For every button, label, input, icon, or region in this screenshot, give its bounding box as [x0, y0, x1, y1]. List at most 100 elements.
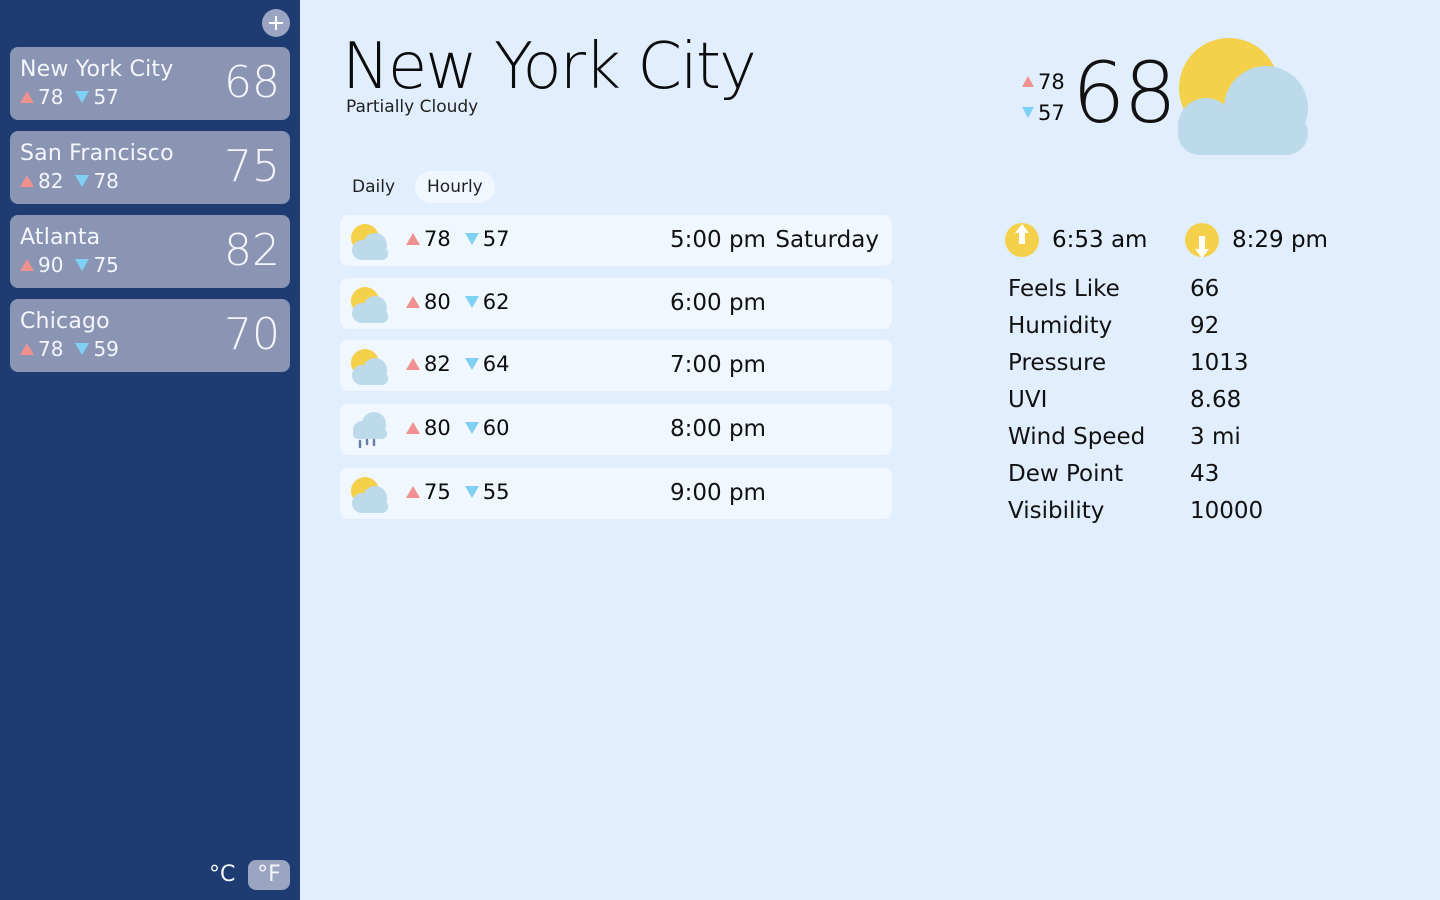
hourly-time: 9:00 pm: [670, 480, 766, 506]
hourly-high-low: 75 55: [406, 480, 509, 504]
forecast-tabs: Daily Hourly: [340, 171, 495, 203]
current-low: 57: [1038, 100, 1065, 125]
high-arrow-icon: [406, 358, 420, 370]
high-arrow-icon: [406, 486, 420, 498]
current-high: 78: [1038, 69, 1065, 94]
city-low: 59: [93, 337, 119, 361]
hourly-high-low: 78 57: [406, 227, 509, 251]
hourly-time: 6:00 pm: [670, 290, 766, 316]
city-card-atlanta[interactable]: Atlanta 90 75 82: [10, 215, 290, 288]
city-high-low: 90 75: [20, 253, 119, 277]
high-arrow-icon: [406, 422, 420, 434]
partly-cloudy-icon: [351, 224, 388, 260]
sunset-icon: [1185, 223, 1219, 258]
detail-label-feels-like: Feels Like: [1008, 276, 1120, 302]
city-high-low: 78 59: [20, 337, 119, 361]
fahrenheit-toggle[interactable]: °F: [248, 860, 290, 890]
city-high: 90: [38, 253, 64, 277]
city-card-san-francisco[interactable]: San Francisco 82 78 75: [10, 131, 290, 204]
plus-icon: [269, 16, 283, 30]
high-arrow-icon: [20, 343, 34, 355]
city-card-chicago[interactable]: Chicago 78 59 70: [10, 299, 290, 372]
low-arrow-icon: [75, 343, 90, 355]
celsius-toggle[interactable]: °C: [207, 862, 237, 887]
city-card-new-york[interactable]: New York City 78 57 68: [10, 47, 290, 120]
hourly-high-low: 80 62: [406, 290, 509, 314]
city-high: 78: [38, 337, 64, 361]
detail-value-humidity: 92: [1190, 313, 1220, 339]
partly-cloudy-icon: [1178, 38, 1308, 155]
city-low: 75: [93, 253, 119, 277]
city-temp: 75: [224, 141, 280, 192]
city-temp: 70: [224, 309, 280, 360]
hourly-low: 64: [482, 352, 510, 376]
hourly-high: 82: [424, 352, 451, 376]
hourly-low: 55: [482, 480, 510, 504]
hourly-high: 75: [424, 480, 451, 504]
low-arrow-icon: [75, 175, 90, 187]
city-name: Atlanta: [20, 225, 101, 250]
hourly-day: Saturday: [775, 227, 879, 253]
detail-label-uvi: UVI: [1008, 387, 1048, 413]
city-temp: 68: [224, 57, 280, 108]
detail-value-feels-like: 66: [1190, 276, 1220, 302]
hourly-time: 5:00 pm: [670, 227, 766, 253]
current-high-low: 78 57: [1022, 66, 1065, 128]
partly-cloudy-icon: [351, 477, 388, 513]
sidebar: New York City 78 57 68 San Francisco 82 …: [0, 0, 300, 900]
city-high-low: 78 57: [20, 85, 119, 109]
hourly-row: 75 55 9:00 pm: [340, 468, 892, 519]
hourly-row: 80 62 6:00 pm: [340, 278, 892, 329]
low-arrow-icon: [464, 422, 479, 434]
high-arrow-icon: [20, 259, 34, 271]
city-high-low: 82 78: [20, 169, 119, 193]
partly-cloudy-icon: [351, 287, 388, 323]
city-name: New York City: [20, 57, 174, 82]
low-arrow-icon: [1022, 107, 1034, 118]
city-low: 78: [93, 169, 119, 193]
high-arrow-icon: [20, 91, 34, 103]
high-arrow-icon: [406, 296, 420, 308]
city-name: Chicago: [20, 309, 110, 334]
tab-hourly[interactable]: Hourly: [415, 171, 495, 203]
page-title: New York City: [342, 30, 757, 104]
detail-label-visibility: Visibility: [1008, 498, 1105, 524]
high-arrow-icon: [20, 175, 34, 187]
hourly-high: 80: [424, 416, 451, 440]
city-high: 78: [38, 85, 64, 109]
low-arrow-icon: [75, 259, 90, 271]
low-arrow-icon: [464, 486, 479, 498]
city-high: 82: [38, 169, 64, 193]
city-temp: 82: [224, 225, 280, 276]
hourly-row: 78 57 5:00 pm Saturday: [340, 215, 892, 266]
hourly-time: 8:00 pm: [670, 416, 766, 442]
sunrise-icon: [1005, 223, 1039, 257]
high-arrow-icon: [406, 233, 420, 245]
hourly-high: 80: [424, 290, 451, 314]
sunset-time: 8:29 pm: [1232, 227, 1328, 253]
detail-label-dew-point: Dew Point: [1008, 461, 1124, 487]
hourly-high-low: 80 60: [406, 416, 509, 440]
detail-value-pressure: 1013: [1190, 350, 1249, 376]
detail-value-wind-speed: 3 mi: [1190, 424, 1241, 450]
detail-value-visibility: 10000: [1190, 498, 1264, 524]
hourly-high-low: 82 64: [406, 352, 509, 376]
detail-label-wind-speed: Wind Speed: [1008, 424, 1146, 450]
detail-value-uvi: 8.68: [1190, 387, 1242, 413]
hourly-row: 80 60 8:00 pm: [340, 404, 892, 455]
partly-cloudy-icon: [351, 349, 388, 385]
hourly-row: 82 64 7:00 pm: [340, 340, 892, 391]
city-name: San Francisco: [20, 141, 174, 166]
current-temp: 68: [1072, 44, 1177, 142]
hourly-time: 7:00 pm: [670, 352, 766, 378]
add-city-button[interactable]: [262, 9, 290, 37]
sunset: 8:29 pm: [1184, 222, 1328, 258]
high-arrow-icon: [1022, 76, 1034, 87]
low-arrow-icon: [75, 91, 90, 103]
low-arrow-icon: [464, 233, 479, 245]
low-arrow-icon: [464, 358, 479, 370]
sunrise-time: 6:53 am: [1052, 227, 1148, 253]
hourly-low: 57: [482, 227, 510, 251]
rain-cloud-icon: [353, 412, 387, 449]
tab-daily[interactable]: Daily: [340, 171, 407, 203]
